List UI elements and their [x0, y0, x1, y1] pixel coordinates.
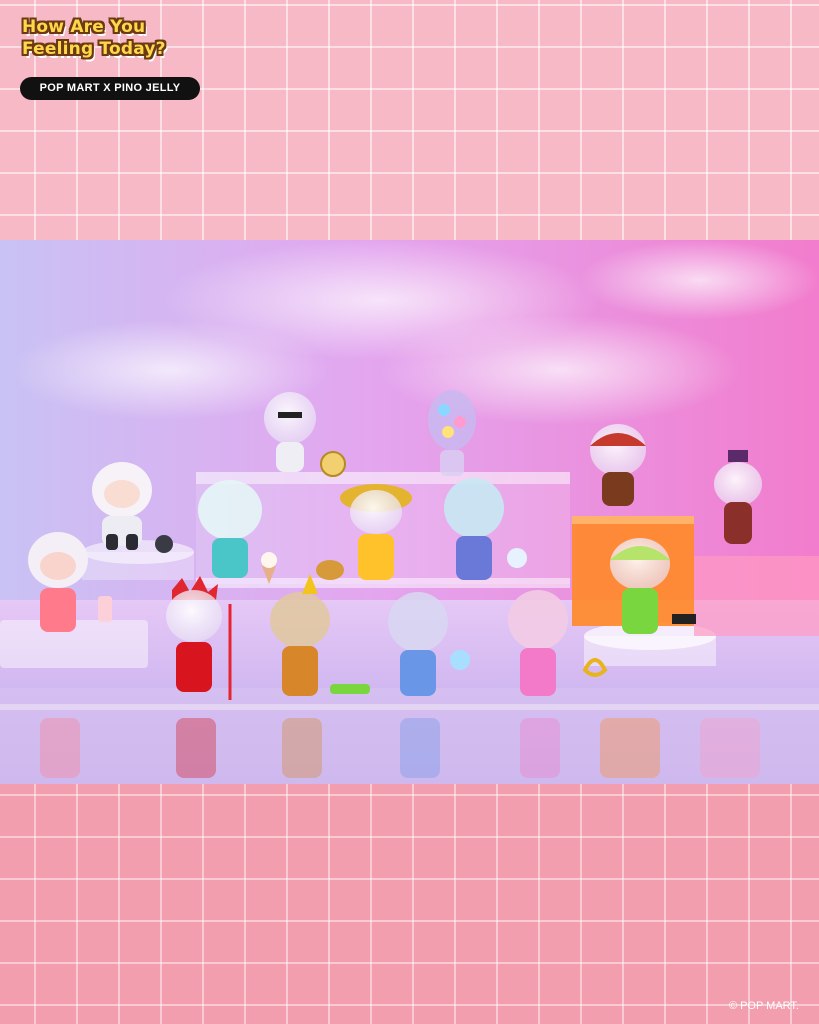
series-title: How Are You Feeling Today?: [22, 16, 222, 60]
series-title-line-1: How Are You: [22, 17, 146, 37]
bottom-grid-band: [0, 784, 819, 1024]
product-photo-illustration: [0, 240, 819, 784]
collab-badge: POP MART X PINO JELLY: [20, 77, 200, 100]
series-title-line-2: Feeling Today?: [22, 39, 166, 59]
copyright-text: © POP MART.: [728, 1000, 799, 1012]
product-photo: [0, 240, 819, 784]
